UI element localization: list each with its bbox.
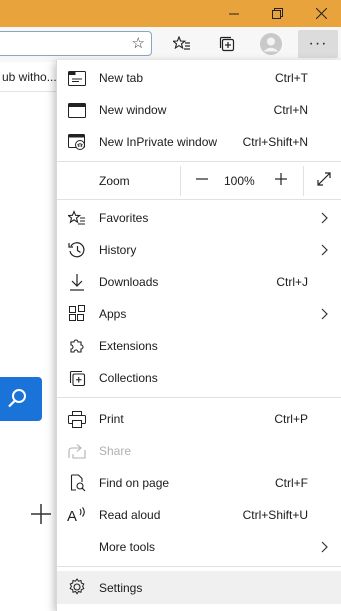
avatar-icon <box>260 33 282 55</box>
svg-text:A: A <box>67 508 77 524</box>
menu-item-label: Downloads <box>99 275 159 289</box>
new-window-icon <box>67 101 87 119</box>
minimize-button[interactable] <box>219 0 249 27</box>
gear-icon <box>67 578 87 596</box>
printer-icon <box>67 410 87 428</box>
menu-item-label: Favorites <box>99 211 149 225</box>
history-icon <box>67 241 87 259</box>
apps-icon <box>67 305 87 323</box>
menu-separator <box>57 397 341 398</box>
close-button[interactable] <box>306 0 336 27</box>
menu-item-find-on-page[interactable]: Find on page Ctrl+F <box>57 467 341 499</box>
menu-item-label: Find on page <box>99 476 170 490</box>
menu-item-new-inprivate-window[interactable]: New InPrivate window Ctrl+Shift+N <box>57 126 341 158</box>
divider <box>180 166 181 196</box>
settings-and-more-button[interactable]: ··· <box>298 30 338 58</box>
menu-item-label: Read aloud <box>99 508 161 522</box>
menu-item-label: Share <box>99 444 132 458</box>
shortcut-label: Ctrl+J <box>276 275 308 289</box>
menu-item-label: Collections <box>99 371 158 385</box>
plus-icon <box>275 173 287 185</box>
more-icon: ··· <box>308 35 328 52</box>
puzzle-piece-icon <box>67 337 87 355</box>
zoom-label: Zoom <box>99 174 130 188</box>
zoom-value: 100% <box>224 174 255 188</box>
chevron-right-icon <box>318 211 330 225</box>
minimize-icon <box>229 13 239 14</box>
collections-icon <box>67 369 87 387</box>
menu-item-settings[interactable]: Settings <box>57 571 341 604</box>
minus-icon <box>196 178 208 180</box>
browser-toolbar: ☆ ··· <box>0 27 341 62</box>
fullscreen-icon <box>317 172 331 186</box>
shortcut-label: Ctrl+T <box>275 71 308 85</box>
divider <box>303 166 304 196</box>
find-on-page-icon <box>67 474 87 492</box>
page-search-button[interactable] <box>0 377 42 421</box>
chevron-right-icon <box>318 307 330 321</box>
shortcut-label: Ctrl+Shift+N <box>242 135 308 149</box>
inprivate-icon <box>67 133 87 151</box>
address-bar[interactable]: ☆ <box>0 31 152 56</box>
menu-item-label: New window <box>99 103 167 117</box>
menu-item-downloads[interactable]: Downloads Ctrl+J <box>57 266 341 298</box>
restore-icon <box>271 8 283 19</box>
close-icon <box>315 8 327 19</box>
download-icon <box>67 273 87 291</box>
menu-item-label: Extensions <box>99 339 158 353</box>
zoom-out-button[interactable] <box>189 166 215 192</box>
menu-item-favorites[interactable]: Favorites <box>57 202 341 234</box>
shortcut-label: Ctrl+F <box>275 476 308 490</box>
search-icon <box>8 389 26 408</box>
zoom-in-button[interactable] <box>268 166 294 192</box>
restore-button[interactable] <box>262 0 292 27</box>
menu-item-extensions[interactable]: Extensions <box>57 330 341 362</box>
menu-item-label: New tab <box>99 71 144 85</box>
chevron-right-icon <box>318 243 330 257</box>
favorites-button[interactable] <box>168 30 196 58</box>
favorites-list-icon <box>173 36 190 50</box>
menu-item-print[interactable]: Print Ctrl+P <box>57 403 341 435</box>
add-tile-button[interactable] <box>28 501 54 527</box>
title-bar <box>0 0 341 27</box>
collections-button[interactable] <box>213 30 241 58</box>
menu-item-label: Print <box>99 412 124 426</box>
plus-icon <box>31 504 51 524</box>
menu-item-label: Settings <box>99 580 143 595</box>
menu-separator <box>57 199 341 200</box>
menu-item-label: More tools <box>99 540 156 554</box>
menu-separator <box>57 566 341 567</box>
menu-item-more-tools[interactable]: More tools <box>57 531 341 563</box>
menu-item-share: Share <box>57 435 341 467</box>
menu-item-read-aloud[interactable]: A Read aloud Ctrl+Shift+U <box>57 499 341 531</box>
new-tab-icon <box>67 69 87 87</box>
settings-and-more-menu: New tab Ctrl+T New window Ctrl+N New InP… <box>56 60 341 611</box>
menu-item-history[interactable]: History <box>57 234 341 266</box>
share-icon <box>67 442 87 460</box>
collections-icon <box>219 36 235 52</box>
menu-item-apps[interactable]: Apps <box>57 298 341 330</box>
shortcut-label: Ctrl+P <box>274 412 308 426</box>
menu-item-label: History <box>99 243 137 257</box>
menu-item-collections[interactable]: Collections <box>57 362 341 394</box>
chevron-right-icon <box>318 540 330 554</box>
favorites-bar-item[interactable]: ub witho... <box>2 70 57 84</box>
zoom-row: Zoom 100% <box>57 162 341 198</box>
add-favorite-star-icon[interactable]: ☆ <box>132 34 145 52</box>
menu-item-new-tab[interactable]: New tab Ctrl+T <box>57 62 341 94</box>
menu-item-new-window[interactable]: New window Ctrl+N <box>57 94 341 126</box>
profile-button[interactable] <box>257 30 285 58</box>
shortcut-label: Ctrl+Shift+U <box>242 508 308 522</box>
favorites-icon <box>67 209 87 227</box>
menu-item-label: Apps <box>99 307 127 321</box>
fullscreen-button[interactable] <box>311 166 337 192</box>
shortcut-label: Ctrl+N <box>273 103 308 117</box>
read-aloud-icon: A <box>67 506 87 524</box>
menu-item-label: New InPrivate window <box>99 135 218 149</box>
